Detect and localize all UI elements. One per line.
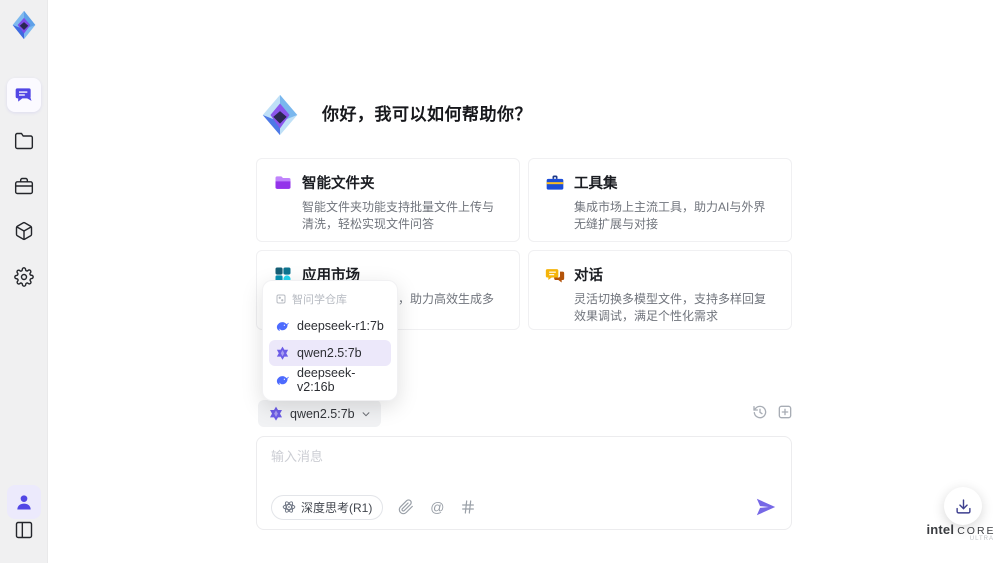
- composer-toolbar: 深度思考(R1) @: [271, 494, 777, 520]
- card-toolset[interactable]: 工具集 集成市场上主流工具，助力AI与外界无缝扩展与对接: [528, 158, 792, 242]
- at-icon: @: [430, 499, 445, 515]
- sidebar-item-settings[interactable]: [7, 260, 41, 294]
- gear-icon: [14, 267, 34, 287]
- deepseek-icon: [276, 375, 289, 385]
- model-option-qwen[interactable]: qwen2.5:7b: [269, 340, 391, 366]
- deep-think-button[interactable]: 深度思考(R1): [271, 494, 384, 520]
- message-input[interactable]: [271, 446, 711, 488]
- message-composer: 深度思考(R1) @: [256, 436, 792, 530]
- folder-purple-icon: [275, 176, 291, 189]
- page-title: 你好，我可以如何帮助你？: [322, 105, 532, 124]
- deepseek-icon: [276, 321, 289, 331]
- chevron-down-icon: [362, 411, 370, 416]
- app-logo-icon: [12, 10, 36, 40]
- qwen-icon: [276, 346, 289, 360]
- attach-file-button[interactable]: [398, 499, 414, 515]
- card-title: 工具集: [574, 176, 618, 192]
- model-option-deepseek-r1[interactable]: deepseek-r1:7b: [269, 313, 391, 339]
- model-option-deepseek-v2[interactable]: deepseek-v2:16b: [269, 366, 391, 394]
- card-conversation[interactable]: 对话 灵活切换多模型文件，支持多样回复效果调试，满足个性化需求: [528, 250, 792, 330]
- sidebar-item-folders[interactable]: [7, 124, 41, 158]
- card-desc: 灵活切换多模型文件，支持多样回复效果调试，满足个性化需求: [574, 292, 767, 323]
- panel-icon: [15, 521, 33, 539]
- chat-yellow-icon: [545, 269, 565, 283]
- paperclip-icon: [399, 499, 414, 515]
- download-icon: [955, 498, 971, 514]
- send-button[interactable]: [755, 496, 777, 518]
- model-dropdown-header: 智问学仓库: [263, 287, 397, 312]
- history-icon[interactable]: [752, 404, 768, 420]
- sidebar-item-toolset[interactable]: [7, 169, 41, 203]
- qwen-icon: [270, 406, 282, 421]
- sidebar-item-panel-toggle[interactable]: [7, 513, 41, 547]
- atom-icon: [282, 501, 296, 513]
- card-desc: 智能文件夹功能支持批量文件上传与清洗，轻松实现文件问答: [302, 200, 495, 231]
- model-selector-value: qwen2.5:7b: [290, 406, 355, 421]
- card-smart-folder[interactable]: 智能文件夹 智能文件夹功能支持批量文件上传与清洗，轻松实现文件问答: [256, 158, 520, 242]
- greeting-logo-icon: [262, 94, 298, 136]
- card-title: 智能文件夹: [302, 176, 375, 192]
- mention-button[interactable]: @: [429, 499, 445, 515]
- card-title: 对话: [574, 268, 603, 284]
- prompt-library-button[interactable]: [460, 499, 476, 515]
- sidebar-item-chat[interactable]: [7, 78, 41, 112]
- user-icon: [17, 495, 31, 510]
- card-desc: 集成市场上主流工具，助力AI与外界无缝扩展与对接: [574, 200, 766, 231]
- folder-icon: [14, 132, 34, 150]
- new-chat-icon[interactable]: [777, 404, 793, 420]
- cube-icon: [15, 221, 33, 241]
- briefcase-blue-icon: [546, 175, 564, 190]
- download-button[interactable]: [944, 487, 982, 525]
- model-selector[interactable]: qwen2.5:7b: [258, 400, 381, 427]
- chat-bubble-icon: [15, 88, 32, 102]
- model-dropdown: 智问学仓库 deepseek-r1:7b qwen2.5:7b deepseek…: [262, 280, 398, 401]
- intel-core-badge: intel CORE ultra: [926, 522, 996, 542]
- sidebar-item-apps[interactable]: [7, 214, 41, 248]
- briefcase-icon: [14, 177, 34, 195]
- intel-logo-text: intel: [926, 522, 955, 537]
- sidebar: [0, 0, 48, 563]
- hash-icon: [462, 500, 475, 514]
- repo-icon: [276, 294, 286, 304]
- chat-actions: [752, 404, 793, 420]
